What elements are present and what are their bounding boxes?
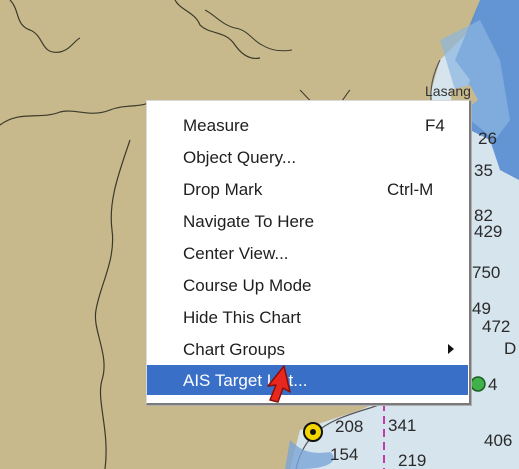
- menu-shortcut: Ctrl-M: [387, 180, 434, 199]
- submenu-arrow-icon: [448, 344, 454, 354]
- menu-item-navigate-to-here[interactable]: Navigate To Here: [147, 206, 468, 236]
- menu-item-ais-target-list[interactable]: AIS Target List...: [147, 365, 468, 395]
- menu-item-object-query[interactable]: Object Query...: [147, 142, 468, 172]
- menu-shortcut: F4: [425, 116, 445, 135]
- menu-item-label: Drop Mark: [183, 180, 263, 199]
- chart-viewport[interactable]: Lasang 26 35 82 429 750 49 472 D 4 208 3…: [0, 0, 519, 469]
- depth-number: 35: [474, 161, 493, 180]
- menu-item-label: Hide This Chart: [183, 308, 301, 327]
- menu-item-drop-mark[interactable]: Drop Mark Ctrl-M: [147, 174, 468, 204]
- depth-number: D: [504, 339, 517, 358]
- menu-item-center-view[interactable]: Center View...: [147, 238, 468, 268]
- menu-item-label: Measure: [183, 116, 250, 135]
- depth-number: 750: [472, 263, 501, 282]
- depth-number: 429: [474, 222, 503, 241]
- menu-item-label: Navigate To Here: [183, 212, 315, 231]
- menu-item-label: Course Up Mode: [183, 276, 312, 295]
- mouse-pointer-icon: [267, 365, 291, 403]
- menu-item-label: Center View...: [183, 244, 289, 263]
- depth-number: 208: [335, 417, 364, 436]
- menu-item-course-up-mode[interactable]: Course Up Mode: [147, 270, 468, 300]
- context-menu: Measure F4 Object Query... Drop Mark Ctr…: [146, 100, 471, 405]
- menu-item-hide-this-chart[interactable]: Hide This Chart: [147, 302, 468, 332]
- depth-number: 472: [482, 317, 511, 336]
- menu-item-chart-groups[interactable]: Chart Groups: [147, 334, 468, 364]
- green-buoy-icon: [470, 376, 486, 392]
- depth-number: 4: [488, 375, 498, 394]
- depth-number: 219: [398, 451, 427, 469]
- menu-item-measure[interactable]: Measure F4: [147, 110, 468, 140]
- menu-item-label: Chart Groups: [183, 340, 286, 359]
- place-label: Lasang: [425, 83, 471, 99]
- depth-number: 49: [472, 299, 491, 318]
- depth-number: 26: [478, 129, 497, 148]
- depth-number: 406: [484, 431, 513, 450]
- depth-number: 154: [330, 445, 359, 464]
- depth-number: 341: [388, 416, 417, 435]
- menu-item-label: Object Query...: [183, 148, 297, 167]
